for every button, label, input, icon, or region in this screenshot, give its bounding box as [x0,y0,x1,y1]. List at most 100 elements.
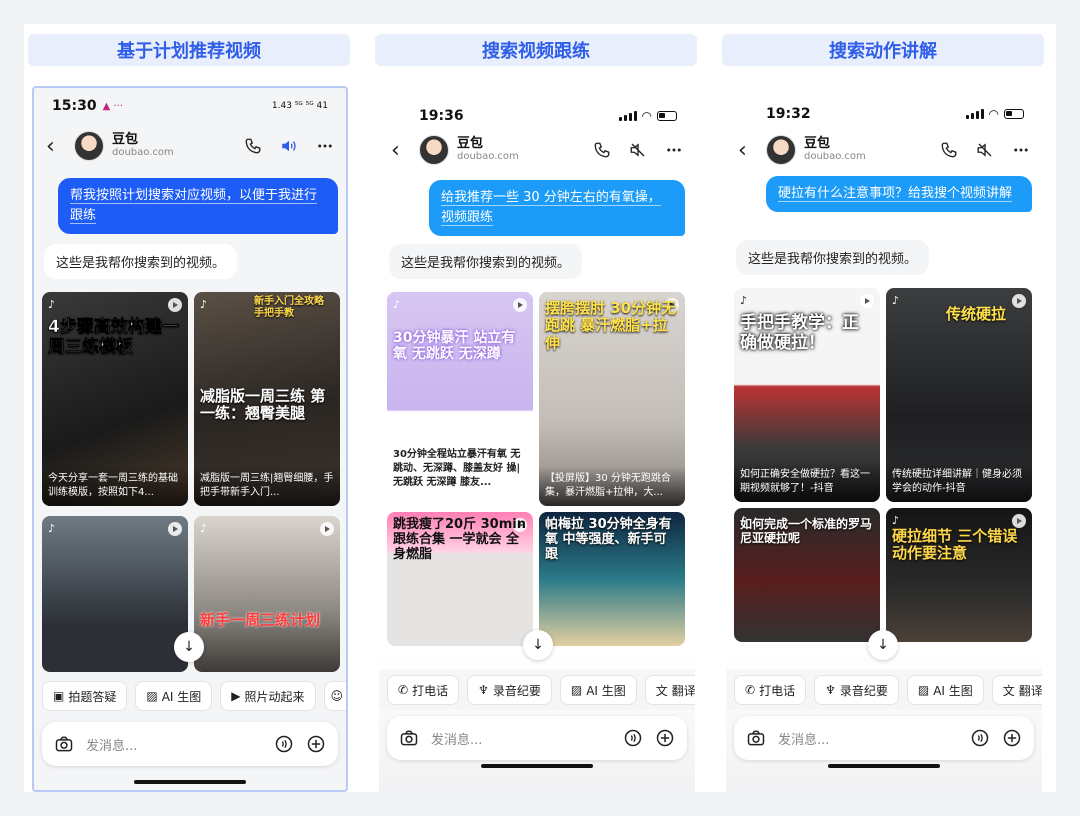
tiktok-icon: ♪ [892,294,900,307]
signal-icon [965,109,984,119]
tool-animate-photo[interactable]: ▶ 照片动起来 [220,681,316,711]
image-icon: ▨ [146,689,158,703]
video-card[interactable]: ♪ 4步骤高效构建一周三练模板 今天分享一套一周三练的基础训练模版，按照如下4.… [42,292,188,506]
status-icons: 1.43 ⁵ᴳ ⁵ᴳ 41 [272,101,328,111]
camera-icon[interactable] [54,734,74,754]
video-banner: 跳我瘦了20斤 30min 跟练合集 一学就会 全身燃脂 [393,517,526,562]
mute-icon[interactable] [976,141,994,159]
video-caption: 今天分享一套一周三练的基础训练模版，按照如下4... [42,466,188,506]
video-card[interactable]: 跳我瘦了20斤 30min 跟练合集 一学就会 全身燃脂 [387,512,533,646]
more-icon[interactable] [316,137,334,155]
play-icon[interactable] [168,522,182,536]
video-banner: 手把手教学：正确做硬拉！ [740,313,859,353]
speaker-icon[interactable] [280,137,298,155]
tool-translate[interactable]: 文翻译 [991,675,1042,705]
quick-tools: ✆ 打电话 ♆ 录音纪要 ▨ AI 生图 文翻译 [726,670,1042,710]
tool-recording[interactable]: ♆ 录音纪要 [814,675,899,705]
video-card[interactable]: ♪ 传统硬拉 传统硬拉详细讲解｜健身必须学会的动作-抖音 [886,288,1032,502]
video-card[interactable]: ♪ 如何完成一个标准的罗马尼亚硬拉呢 [734,508,880,642]
chat-header: ‹ 豆包 doubao.com [726,130,1042,170]
avatar[interactable] [74,131,104,161]
video-card[interactable]: ♪ 帕梅拉 30分钟全身有氧 中等强度、新手可跟 [539,512,685,646]
status-extra: ▲ ··· [102,100,123,112]
panel-title-explain: 搜索动作讲解 [722,34,1044,66]
video-caption: 30分钟全程站立暴汗有氧 无跳动、无深蹲、膝盖友好 操|无跳跃 无深蹲 膝友..… [387,442,533,506]
tool-translate[interactable]: 文翻译 [644,675,695,705]
bot-message-bubble: 这些是我帮你搜索到的视频。 [389,244,583,279]
more-icon[interactable] [1012,141,1030,159]
video-banner: 4步骤高效构建一周三练模板 [48,317,179,357]
phone-icon[interactable] [244,137,262,155]
play-icon[interactable] [513,298,527,312]
more-icon[interactable] [665,141,683,159]
status-bar: 19:36 ◠ [379,98,695,134]
video-banner: 帕梅拉 30分钟全身有氧 中等强度、新手可跟 [545,517,672,562]
status-time: 15:30 [52,98,97,114]
status-time: 19:32 [766,106,811,122]
tool-recording[interactable]: ♆ 录音纪要 [467,675,552,705]
plus-icon[interactable] [1002,728,1022,748]
status-icons: ◠ [965,107,1024,121]
play-icon[interactable] [1012,514,1026,528]
face-icon: ☺ [330,689,344,703]
video-card[interactable]: ♪ 手把手教学：正确做硬拉！ 如何正确安全做硬拉？看这一期视频就够了！-抖音 [734,288,880,502]
avatar[interactable] [419,135,449,165]
video-banner: 30分钟暴汗 站立有氧 无跳跃 无深蹲 [393,330,516,363]
bot-identity: 豆包 doubao.com [457,137,519,163]
voice-icon[interactable] [623,728,643,748]
panel-title-follow: 搜索视频跟练 [375,34,697,66]
tool-ai-image[interactable]: ▨ AI 生图 [906,675,984,705]
tool-photo-qa[interactable]: ▣ 拍题答疑 [42,681,128,711]
message-input-bar: 发消息... [387,716,687,760]
play-icon[interactable] [320,522,334,536]
bot-message-bubble: 这些是我帮你搜索到的视频。 [736,240,930,275]
phone-icon: ✆ [398,683,409,697]
voice-icon[interactable] [274,734,294,754]
mute-icon[interactable] [629,141,647,159]
plus-icon[interactable] [306,734,326,754]
bot-message-text: 这些是我帮你搜索到的视频。 [748,252,918,267]
signal-icon [618,111,637,121]
tool-ai-image[interactable]: ▨ AI 生图 [135,681,213,711]
status-bar: 15:30 ▲ ··· 1.43 ⁵ᴳ ⁵ᴳ 41 [34,88,346,124]
back-icon[interactable]: ‹ [46,134,74,159]
video-card[interactable]: ♪ 新手入门全攻略 手把手教 减脂版一周三练 第一练：翘臀美腿 减脂版一周三练|… [194,292,340,506]
video-corner-label: 新手入门全攻略 手把手教 [254,296,324,319]
phone-screen-plan: 15:30 ▲ ··· 1.43 ⁵ᴳ ⁵ᴳ 41 ‹ 豆包 doubao.co… [32,86,348,792]
phone-icon[interactable] [940,141,958,159]
video-banner: 如何完成一个标准的罗马尼亚硬拉呢 [740,517,873,545]
scroll-down-icon[interactable]: ↓ [174,632,204,662]
back-icon[interactable]: ‹ [391,138,419,163]
tool-call[interactable]: ✆ 打电话 [734,675,807,705]
tool-more[interactable]: ☺A [323,681,346,711]
voice-icon[interactable] [970,728,990,748]
camera-icon[interactable] [746,728,766,748]
camera-icon[interactable] [399,728,419,748]
message-input[interactable]: 发消息... [778,729,970,748]
scroll-down-icon[interactable]: ↓ [868,630,898,660]
user-message-text: 帮我按照计划搜索对应视频，以便于我进行跟练 [70,188,318,224]
scroll-down-icon[interactable]: ↓ [523,630,553,660]
tool-ai-image[interactable]: ▨ AI 生图 [559,675,637,705]
message-input[interactable]: 发消息... [86,735,274,754]
message-input[interactable]: 发消息... [431,729,623,748]
home-indicator [828,764,940,768]
video-card[interactable]: ♪ 硬拉细节 三个错误动作要注意 [886,508,1032,642]
user-message-text: 给我推荐一些 30 分钟左右的有氧操，视频跟练 [441,190,661,226]
tool-call[interactable]: ✆ 打电话 [387,675,460,705]
back-icon[interactable]: ‹ [738,138,766,163]
video-card[interactable]: ♪ 新手一周三练计划 [194,516,340,672]
message-input-bar: 发消息... [42,722,338,766]
tiktok-icon: ♪ [740,294,748,307]
translate-icon: 文 [655,683,668,698]
bot-domain: doubao.com [112,147,174,158]
video-card[interactable]: ♪ [42,516,188,672]
avatar[interactable] [766,135,796,165]
video-card[interactable]: ♪ 摆胯摆肘 30分钟无跑跳 暴汗燃脂+拉伸 【投屏版】30 分钟无跑跳合集，暴… [539,292,685,506]
play-icon[interactable] [168,298,182,312]
video-card[interactable]: ♪ 30分钟暴汗 站立有氧 无跳跃 无深蹲 30分钟全程站立暴汗有氧 无跳动、无… [387,292,533,506]
phone-icon: ✆ [745,683,756,697]
phone-icon[interactable] [593,141,611,159]
plus-icon[interactable] [655,728,675,748]
play-icon[interactable] [860,294,874,308]
